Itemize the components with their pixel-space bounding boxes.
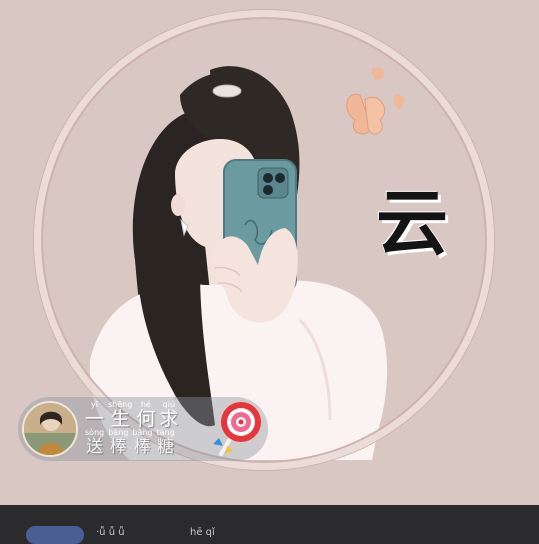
- bottom-text-b: hē qǐ: [190, 527, 215, 538]
- pendant-text-line-2: sòng 送 bàng 棒 bàng 棒 táng 糖: [85, 428, 179, 457]
- syllable: sòng 送: [85, 428, 105, 457]
- syllable: qiú 求: [159, 400, 179, 430]
- syllable: bàng 棒: [108, 428, 129, 457]
- syllable: shēng 生: [108, 400, 133, 430]
- syllable: táng 糖: [156, 428, 175, 457]
- syllable: bàng 棒: [132, 428, 153, 457]
- syllable: yī 一: [85, 400, 105, 430]
- lollipop-icon: [213, 402, 261, 456]
- bottom-tag-pill[interactable]: [26, 526, 84, 544]
- pendant-text-line-1: yī 一 shēng 生 hé 何 qiú 求: [85, 400, 182, 429]
- pendant-avatar: [22, 401, 78, 457]
- avatar-card: 云 yī 一 shēng 生 hé 何 qiú 求 sòng 送 bàng 棒 bàng 棒 táng 糖: [0, 0, 539, 505]
- syllable: hé 何: [136, 400, 156, 430]
- bottom-text-a: ·ǚ ǚ ǚ: [96, 527, 125, 538]
- calligraphy-character: 云: [375, 180, 448, 265]
